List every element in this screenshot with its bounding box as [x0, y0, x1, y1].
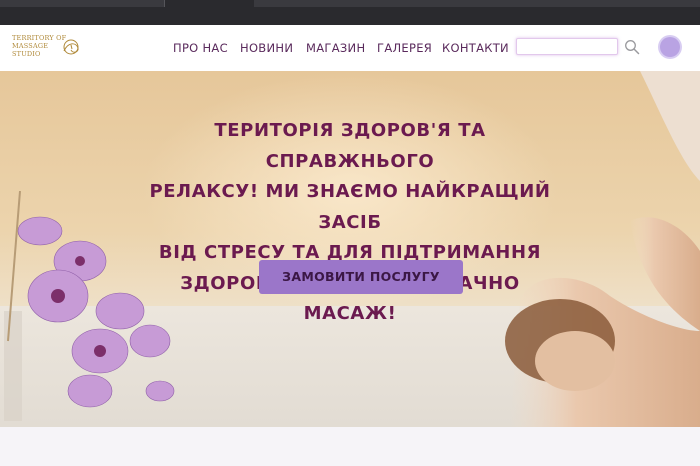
- nav-item-about[interactable]: ПРО НАС: [173, 41, 228, 55]
- nav-item-news[interactable]: НОВИНИ: [240, 41, 293, 55]
- nav-item-shop[interactable]: МАГАЗИН: [306, 41, 365, 55]
- hero-headline: ТЕРИТОРІЯ ЗДОРОВ'Я ТА СПРАВЖНЬОГО РЕЛАКС…: [140, 116, 560, 330]
- avatar[interactable]: [660, 37, 680, 57]
- browser-top-strip: [0, 0, 700, 25]
- logo-swirl-icon: [63, 39, 79, 55]
- search-input[interactable]: [516, 38, 618, 55]
- headline-line: ТЕРИТОРІЯ ЗДОРОВ'Я ТА СПРАВЖНЬОГО: [214, 120, 486, 172]
- browser-tab[interactable]: [582, 0, 623, 7]
- order-service-button[interactable]: ЗАМОВИТИ ПОСЛУГУ: [259, 260, 463, 294]
- nav-item-contacts[interactable]: КОНТАКТИ: [442, 41, 509, 55]
- browser-tab[interactable]: [254, 0, 279, 7]
- headline-line: РЕЛАКСУ! МИ ЗНАЄМО НАЙКРАЩИЙ ЗАСІБ: [149, 181, 551, 233]
- page-bottom-section: [0, 427, 700, 466]
- hero-banner: ТЕРИТОРІЯ ЗДОРОВ'Я ТА СПРАВЖНЬОГО РЕЛАКС…: [0, 71, 700, 427]
- search-icon[interactable]: [624, 39, 640, 55]
- browser-tab[interactable]: [622, 0, 700, 7]
- browser-tab[interactable]: [100, 0, 165, 7]
- browser-tab[interactable]: [0, 0, 101, 7]
- browser-tab[interactable]: [278, 0, 583, 7]
- brand-logo[interactable]: TERRITORY OF MASSAGE STUDIO: [12, 34, 82, 62]
- nav-item-gallery[interactable]: ГАЛЕРЕЯ: [377, 41, 432, 55]
